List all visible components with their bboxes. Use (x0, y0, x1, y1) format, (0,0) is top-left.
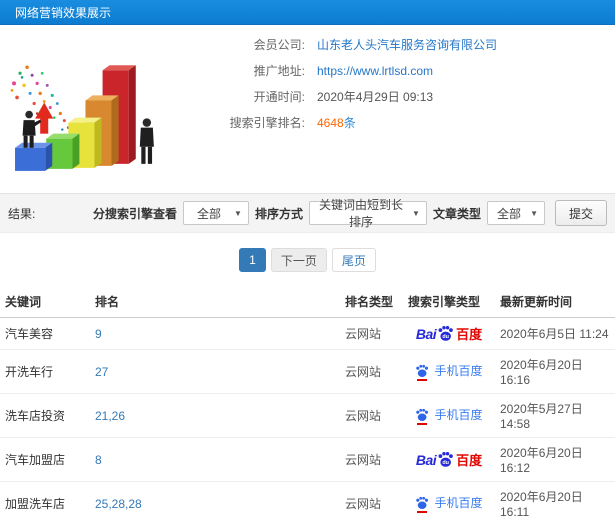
updated-cell: 2020年5月27日 14:58 (495, 393, 615, 438)
updated-cell: 2020年6月5日 11:24 (495, 317, 615, 350)
table-row: 加盟洗车店 25,28,28 云网站 Bai (0, 481, 615, 520)
rank-link[interactable]: 9 (95, 327, 102, 341)
open-time-value: 2020年4月29日 09:13 (317, 90, 434, 104)
mobile-baidu-logo: 手机百度 (415, 362, 483, 381)
rank-link[interactable]: 27 (95, 365, 108, 379)
col-updated: 最新更新时间 (495, 286, 615, 318)
chevron-down-icon: ▼ (234, 208, 242, 218)
table-body: 汽车美容 9 云网站 Bai du 百度 2020年6月5日 11:24 开洗车… (0, 317, 615, 520)
growth-bar-chart-illustration (0, 25, 185, 190)
engine-cell: Bai du 百度 (403, 437, 495, 482)
page-title: 网络营销效果展示 (15, 5, 112, 20)
rank-link[interactable]: 21,26 (95, 409, 125, 423)
engine-rank-count: 4648 (317, 116, 344, 130)
mobile-baidu-logo: 手机百度 (415, 494, 483, 513)
results-table: 关键词 排名 排名类型 搜索引擎类型 最新更新时间 汽车美容 9 云网站 Bai (0, 286, 615, 520)
next-page-button[interactable]: 下一页 (270, 248, 327, 272)
col-rank-type: 排名类型 (340, 286, 403, 318)
rank-type-cell: 云网站 (340, 349, 403, 394)
engine-filter-label: 分搜索引擎查看 (92, 206, 177, 221)
pagination: 1 下一页 尾页 (0, 233, 615, 286)
result-label: 结果: (8, 206, 36, 221)
chevron-down-icon: ▼ (530, 208, 538, 218)
rank-type-cell: 云网站 (340, 481, 403, 520)
engine-rank-unit: 条 (343, 116, 356, 130)
col-keyword: 关键词 (0, 286, 90, 318)
company-row: 会员公司: 山东老人头汽车服务咨询有限公司 (185, 37, 497, 53)
mobile-baidu-paw-icon (415, 408, 429, 425)
table-row: 汽车加盟店 8 云网站 Bai du 百度 2020年6月20日 16:12 (0, 437, 615, 482)
baidu-logo: Bai du 百度 (415, 451, 483, 469)
businessman-right (139, 118, 154, 164)
rank-type-cell: 云网站 (340, 437, 403, 482)
table-row: 开洗车行 27 云网站 Bai d (0, 349, 615, 394)
keyword-cell: 汽车加盟店 (0, 437, 90, 482)
keyword-cell: 加盟洗车店 (0, 481, 90, 520)
sort-select[interactable]: 关键词由短到长排序 ▼ (308, 198, 427, 229)
rank-link[interactable]: 8 (95, 453, 102, 467)
company-label: 会员公司: (253, 38, 305, 52)
promo-url-link[interactable]: https://www.lrtlsd.com (317, 64, 433, 78)
baidu-logo: Bai du 百度 (415, 325, 483, 343)
open-time-label: 开通时间: (253, 90, 305, 104)
keyword-cell: 汽车美容 (0, 317, 90, 350)
baidu-paw-icon: du (437, 451, 454, 468)
engine-cell: Bai du 百度 (403, 349, 495, 394)
article-type-select[interactable]: 全部 ▼ (486, 201, 545, 225)
open-time-row: 开通时间: 2020年4月29日 09:13 (185, 89, 497, 105)
article-type-label: 文章类型 (432, 206, 481, 221)
engine-rank-label: 搜索引擎排名: (229, 116, 305, 130)
rank-type-cell: 云网站 (340, 393, 403, 438)
last-page-button[interactable]: 尾页 (331, 248, 376, 272)
svg-text:du: du (442, 460, 449, 466)
member-info: 会员公司: 山东老人头汽车服务咨询有限公司 推广地址: https://www.… (185, 25, 497, 193)
engine-select[interactable]: 全部 ▼ (182, 201, 249, 225)
filter-group: 分搜索引擎查看 全部 ▼ 排序方式 关键词由短到长排序 ▼ 文章类型 全部 ▼ … (92, 198, 607, 229)
submit-button[interactable]: 提交 (554, 200, 607, 226)
table-row: 汽车美容 9 云网站 Bai du 百度 2020年6月5日 11:24 (0, 317, 615, 350)
baidu-paw-icon: du (437, 325, 454, 342)
keyword-cell: 洗车店投资 (0, 393, 90, 438)
engine-rank-row: 搜索引擎排名: 4648条 (185, 115, 497, 131)
col-engine-type: 搜索引擎类型 (403, 286, 495, 318)
top-section: 会员公司: 山东老人头汽车服务咨询有限公司 推广地址: https://www.… (0, 25, 615, 193)
table-header-row: 关键词 排名 排名类型 搜索引擎类型 最新更新时间 (0, 286, 615, 318)
rank-link[interactable]: 25,28,28 (95, 497, 142, 511)
updated-cell: 2020年6月20日 16:12 (495, 437, 615, 482)
company-link[interactable]: 山东老人头汽车服务咨询有限公司 (317, 38, 497, 52)
engine-cell: Bai du 百度 (403, 481, 495, 520)
rank-type-cell: 云网站 (340, 317, 403, 350)
promo-url-row: 推广地址: https://www.lrtlsd.com (185, 63, 497, 79)
mobile-baidu-paw-icon (415, 496, 429, 513)
updated-cell: 2020年6月20日 16:11 (495, 481, 615, 520)
table-row: 洗车店投资 21,26 云网站 Bai (0, 393, 615, 438)
svg-text:du: du (442, 334, 449, 340)
updated-cell: 2020年6月20日 16:16 (495, 349, 615, 394)
engine-cell: Bai du 百度 (403, 317, 495, 350)
keyword-cell: 开洗车行 (0, 349, 90, 394)
promo-url-label: 推广地址: (253, 64, 305, 78)
col-rank: 排名 (90, 286, 340, 318)
chevron-down-icon: ▼ (412, 208, 420, 218)
header-bar: 网络营销效果展示 (0, 0, 615, 25)
mobile-baidu-paw-icon (415, 364, 429, 381)
mobile-baidu-logo: 手机百度 (415, 406, 483, 425)
sort-filter-label: 排序方式 (254, 206, 303, 221)
engine-cell: Bai du 百度 (403, 393, 495, 438)
page-1-button[interactable]: 1 (239, 248, 266, 272)
filter-bar: 结果: 分搜索引擎查看 全部 ▼ 排序方式 关键词由短到长排序 ▼ 文章类型 全… (0, 193, 615, 233)
